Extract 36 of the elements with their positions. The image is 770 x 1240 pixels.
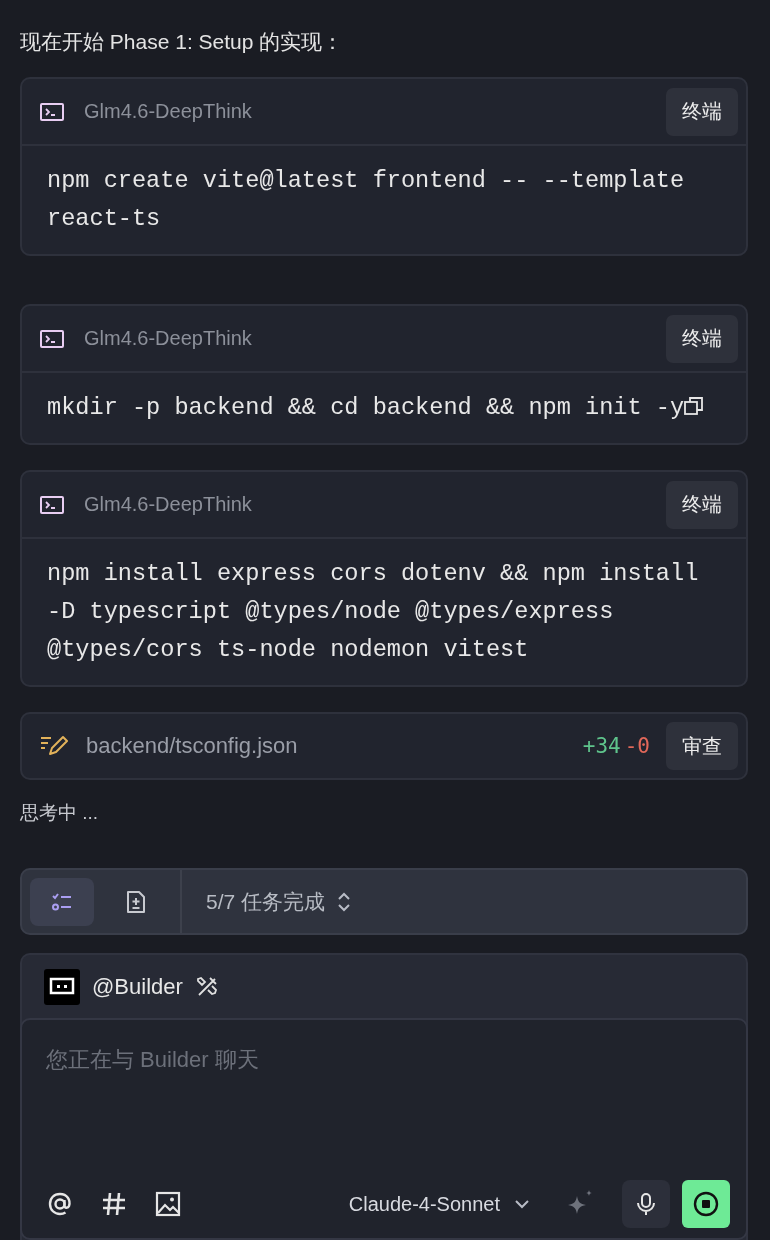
source-label: Glm4.6-DeepThink <box>84 327 253 350</box>
message-input[interactable]: 您正在与 Builder 聊天 Claude-4-Sonnet <box>20 1018 748 1240</box>
hash-icon[interactable] <box>100 1190 128 1218</box>
stop-icon <box>692 1190 720 1218</box>
edit-icon <box>40 735 68 757</box>
terminal-button[interactable]: 终端 <box>666 480 738 529</box>
terminal-icon <box>40 328 64 349</box>
caret-icon[interactable] <box>514 1199 530 1209</box>
terminal-icon <box>40 101 64 122</box>
terminal-button[interactable]: 终端 <box>666 87 738 136</box>
microphone-icon <box>634 1192 658 1216</box>
terminal-icon <box>40 494 64 515</box>
file-path: backend/tsconfig.json <box>86 733 299 759</box>
code-text: mkdir -p backend && cd backend && npm init -y <box>47 394 685 421</box>
status-text: 思考中 ... <box>20 801 99 825</box>
stop-button[interactable] <box>682 1180 730 1228</box>
review-button[interactable]: 审查 <box>666 722 738 770</box>
code-text: npm create vite@latest frontend -- --template react-ts <box>47 167 686 232</box>
up-down-chevron-icon[interactable] <box>337 890 352 913</box>
microphone-button[interactable] <box>622 1180 670 1228</box>
task-progress-toggle[interactable]: 5/7 任务完成 <box>194 887 338 916</box>
mention-icon[interactable] <box>46 1190 74 1218</box>
code-text: npm install express cors dotenv && npm install -D typescript @types/node @types/express @types/cors ts-node nodemon vitest <box>47 560 700 663</box>
file-diff-icon <box>124 889 148 914</box>
message-text: 现在开始 Phase 1: Setup 的实现： <box>20 29 344 55</box>
copy-icon[interactable] <box>684 396 705 416</box>
image-icon[interactable] <box>154 1190 182 1218</box>
agent-name: @Builder <box>92 973 183 1000</box>
model-selector[interactable]: Claude-4-Sonnet <box>348 1192 500 1216</box>
checklist-tab[interactable] <box>30 877 94 926</box>
terminal-button[interactable]: 终端 <box>666 314 738 363</box>
source-label: Glm4.6-DeepThink <box>84 100 253 123</box>
lines-removed: -0 <box>624 734 650 758</box>
agent-avatar-icon <box>44 968 80 1005</box>
lines-added: +34 <box>582 734 621 758</box>
source-label: Glm4.6-DeepThink <box>84 493 253 516</box>
